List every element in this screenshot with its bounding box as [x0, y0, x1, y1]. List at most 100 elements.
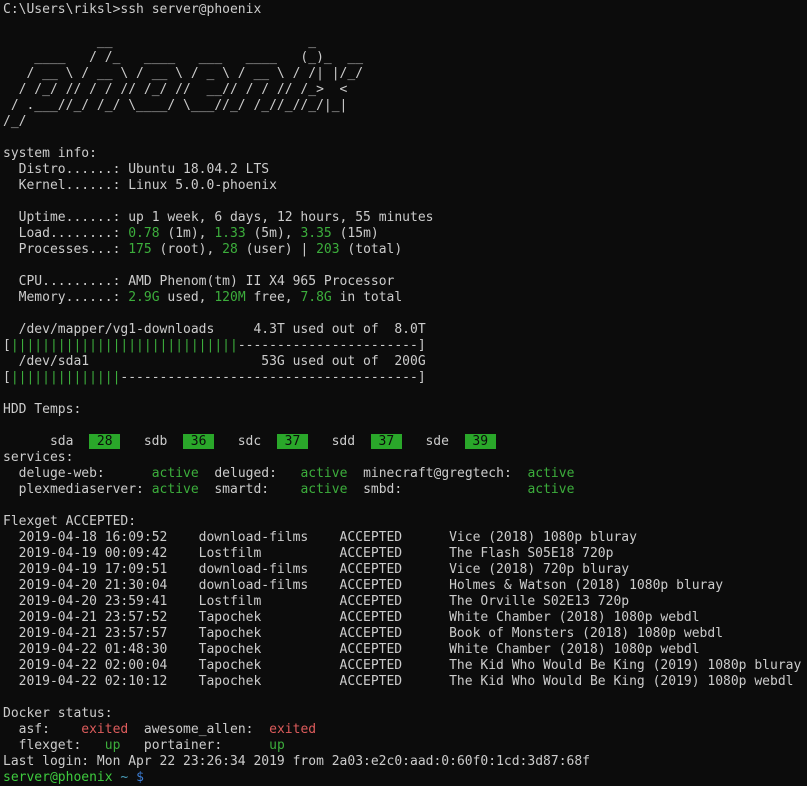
flexget-title: The Kid Who Would Be King (2019) 1080p w…	[449, 674, 793, 689]
disk-volume2-line: /dev/sda1 53G used out of 200G	[3, 354, 807, 370]
sep: free,	[246, 290, 301, 305]
flexget-status: ACCEPTED	[340, 658, 403, 673]
container-name: portainer:	[120, 738, 222, 753]
hdd-drive-name: sdd	[332, 434, 355, 449]
docker-header: Docker status:	[3, 706, 807, 722]
flexget-tracker: Tapochek	[199, 626, 309, 642]
distro-label: Distro......:	[3, 162, 128, 177]
sep: (1m),	[160, 226, 215, 241]
flexget-status: ACCEPTED	[340, 530, 403, 545]
volume-device: /dev/sda1	[3, 354, 89, 369]
flexget-timestamp: 2019-04-19 00:09:42	[19, 546, 168, 561]
distro-value: Ubuntu 18.04.2 LTS	[128, 162, 269, 177]
flexget-row: 2019-04-22 01:48:30TapochekACCEPTEDWhite…	[3, 642, 807, 658]
service-name: deluged:	[199, 466, 277, 481]
flexget-row: 2019-04-19 00:09:42LostfilmACCEPTEDThe F…	[3, 546, 807, 562]
flexget-tracker: Tapochek	[199, 610, 309, 626]
flexget-tracker: Tapochek	[199, 658, 309, 674]
hdd-temp-badge: 39	[465, 434, 496, 449]
blank-line	[3, 498, 807, 514]
bar-bracket: [	[3, 338, 11, 353]
kernel-label: Kernel......:	[3, 178, 128, 193]
service-name: smartd:	[199, 482, 269, 497]
shell-prompt[interactable]: server@phoenix ~ $	[3, 770, 807, 786]
service-status: active	[527, 482, 574, 497]
flexget-status: ACCEPTED	[340, 562, 403, 577]
flexget-tracker: download-films	[199, 578, 309, 594]
flexget-tracker: download-films	[199, 562, 309, 578]
pad	[269, 482, 300, 497]
flexget-row: 2019-04-21 23:57:57TapochekACCEPTEDBook …	[3, 626, 807, 642]
hdd-drive-name: sdb	[144, 434, 167, 449]
blank-line	[3, 194, 807, 210]
pad	[81, 738, 104, 753]
volume-device: /dev/mapper/vg1-downloads	[3, 322, 214, 337]
flexget-rows: 2019-04-18 16:09:52 download-films ACCEPTE…	[3, 530, 807, 690]
pad	[402, 482, 527, 497]
flexget-row: 2019-04-20 23:59:41LostfilmACCEPTEDThe O…	[3, 594, 807, 610]
kernel-line: Kernel......: Linux 5.0.0-phoenix	[3, 178, 807, 194]
blank-line	[3, 258, 807, 274]
blank-line	[3, 18, 807, 34]
services-row-1: deluge-web: active deluged: active minec…	[3, 466, 807, 482]
service-name: smbd:	[347, 482, 402, 497]
cpu-value: AMD Phenom(tm) II X4 965 Processor	[128, 274, 394, 289]
service-status: active	[300, 466, 347, 481]
hdd-drive-name: sdc	[238, 434, 261, 449]
flexget-status: ACCEPTED	[340, 642, 403, 657]
flexget-title: White Chamber (2018) 1080p webdl	[449, 642, 699, 657]
flexget-row: 2019-04-21 23:57:52TapochekACCEPTEDWhite…	[3, 610, 807, 626]
disk-usage-bar2: [||||||||||||||-------------------------…	[3, 370, 807, 386]
docker-row-2: flexget: up portainer: up	[3, 738, 807, 754]
hdd-temp-badge: 37	[371, 434, 402, 449]
disk-volume1-line: /dev/mapper/vg1-downloads 4.3T used out …	[3, 322, 807, 338]
flexget-timestamp: 2019-04-18 16:09:52	[19, 530, 168, 545]
flexget-title: Holmes & Watson (2018) 1080p bluray	[449, 578, 723, 593]
sep: in total	[332, 290, 402, 305]
load-15m: 3.35	[300, 226, 331, 241]
flexget-status: ACCEPTED	[340, 546, 403, 561]
load-5m: 1.33	[214, 226, 245, 241]
sep	[128, 770, 136, 785]
pad	[50, 722, 81, 737]
flexget-title: Book of Monsters (2018) 1080p webdl	[449, 626, 723, 641]
load-label: Load........:	[3, 226, 128, 241]
container-name: awesome_allen:	[128, 722, 253, 737]
hdd-temps-header: HDD Temps:	[3, 402, 807, 418]
container-name: flexget:	[3, 738, 81, 753]
docker-row-1: asf: exited awesome_allen: exited	[3, 722, 807, 738]
flexget-header: Flexget ACCEPTED:	[3, 514, 807, 530]
hdd-drive: sda28	[34, 434, 120, 449]
bar-bracket: ]	[418, 370, 426, 385]
hdd-temp-badge: 37	[277, 434, 308, 449]
pad	[253, 722, 269, 737]
load-1m: 0.78	[128, 226, 159, 241]
service-status: active	[300, 482, 347, 497]
distro-line: Distro......: Ubuntu 18.04.2 LTS	[3, 162, 807, 178]
container-status: exited	[269, 722, 316, 737]
prompt-user-host: server@phoenix	[3, 770, 113, 785]
kernel-value: Linux 5.0.0-phoenix	[128, 178, 277, 193]
flexget-title: Vice (2018) 720p bluray	[449, 562, 629, 577]
terminal-window[interactable]: C:\Users\riksl>ssh server@phoenix __ _ _…	[0, 0, 807, 786]
sep: (user) |	[238, 242, 316, 257]
blank-line	[3, 386, 807, 402]
flexget-title: White Chamber (2018) 1080p webdl	[449, 610, 699, 625]
flexget-timestamp: 2019-04-21 23:57:57	[19, 626, 168, 641]
flexget-tracker: Lostfilm	[199, 594, 309, 610]
sep: (15m)	[332, 226, 379, 241]
flexget-title: The Orville S02E13 720p	[449, 594, 629, 609]
hdd-drive-name: sda	[50, 434, 73, 449]
flexget-status: ACCEPTED	[340, 578, 403, 593]
bar-free: -----------------------	[238, 338, 418, 353]
hdd-drive-name: sde	[425, 434, 448, 449]
service-status: active	[152, 466, 199, 481]
sep: (total)	[340, 242, 403, 257]
sep: (5m),	[246, 226, 301, 241]
bar-free: --------------------------------------	[120, 370, 417, 385]
memory-free: 120M	[214, 290, 245, 305]
pad	[144, 482, 152, 497]
blank-line	[3, 306, 807, 322]
flexget-timestamp: 2019-04-20 23:59:41	[19, 594, 168, 609]
service-name: plexmediaserver:	[3, 482, 144, 497]
